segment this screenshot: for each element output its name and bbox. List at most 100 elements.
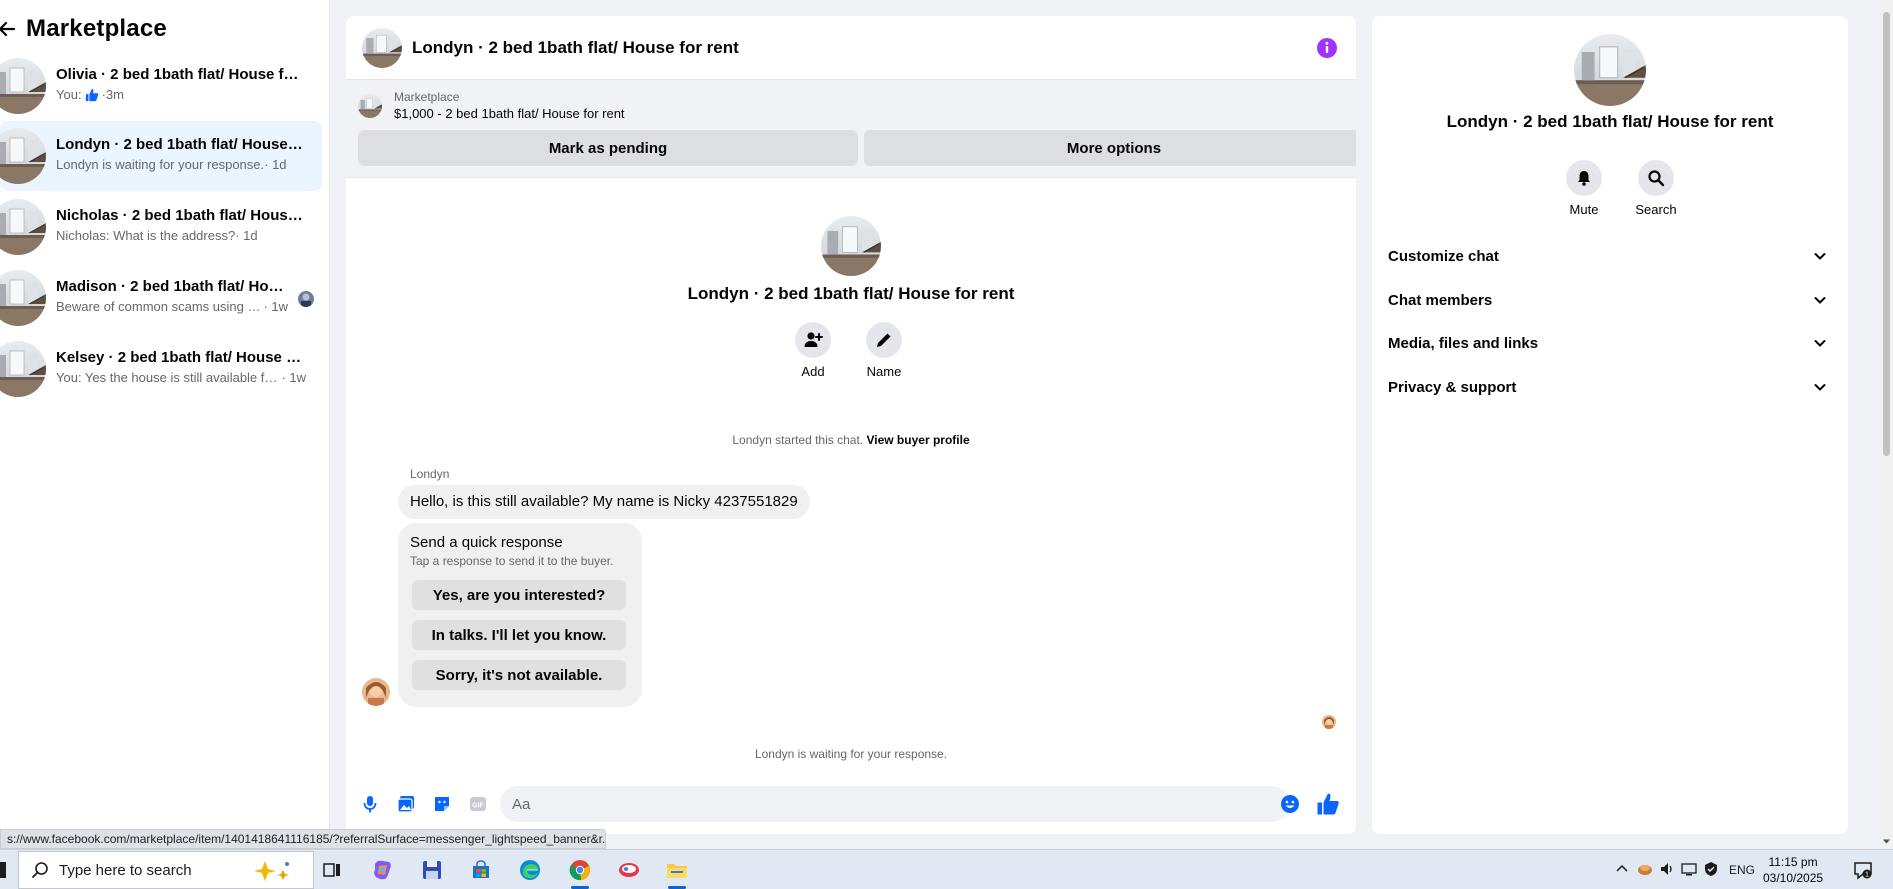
name-chat-action[interactable]: Name: [854, 322, 914, 379]
like-icon: [85, 88, 99, 102]
privacy-support-section[interactable]: Privacy & support: [1384, 367, 1836, 407]
quick-response-title: Send a quick response: [410, 534, 563, 551]
conversation-name: Olivia · 2 bed 1bath flat/ House for ren…: [56, 66, 306, 83]
search-icon[interactable]: [1638, 160, 1674, 196]
message-sender-name: Londyn: [410, 467, 450, 481]
chat-header-avatar[interactable]: [362, 28, 402, 68]
bell-icon[interactable]: [1566, 160, 1602, 196]
chat-started-note: Londyn started this chat. View buyer pro…: [346, 433, 1356, 447]
listing-thumbnail: [0, 199, 46, 255]
chevron-down-icon: [1812, 292, 1828, 308]
gif-icon[interactable]: GIF: [468, 794, 488, 814]
conversation-item-olivia[interactable]: Olivia · 2 bed 1bath flat/ House for ren…: [0, 51, 322, 121]
quick-response-in-talks[interactable]: In talks. I'll let you know.: [412, 620, 626, 650]
seen-avatar: [1322, 715, 1336, 729]
conversation-item-nicholas[interactable]: Nicholas · 2 bed 1bath flat/ House for r…: [0, 192, 322, 262]
security-shield-icon[interactable]: [1703, 861, 1719, 880]
conversation-item-kelsey[interactable]: Kelsey · 2 bed 1bath flat/ House for ren…: [0, 334, 322, 404]
edge-browser-icon[interactable]: [516, 856, 544, 884]
chat-members-section[interactable]: Chat members: [1384, 280, 1836, 320]
chevron-down-icon: [1812, 379, 1828, 395]
listing-thumbnail: [0, 341, 46, 397]
start-button[interactable]: [0, 862, 6, 878]
listing-title[interactable]: $1,000 - 2 bed 1bath flat/ House for ren…: [394, 105, 625, 123]
microsoft-store-icon[interactable]: [467, 856, 495, 884]
mute-label: Mute: [1569, 202, 1599, 217]
copilot-icon[interactable]: [369, 856, 397, 884]
add-label: Add: [801, 364, 825, 379]
section-label: Customize chat: [1388, 247, 1499, 265]
photo-gallery-icon[interactable]: [396, 794, 416, 814]
scrollbar-thumb[interactable]: [1883, 12, 1890, 456]
file-explorer-icon[interactable]: [663, 856, 691, 884]
add-person-icon[interactable]: [795, 322, 831, 358]
network-icon[interactable]: [1681, 861, 1697, 880]
conversation-name: Madison · 2 bed 1bath flat/ House for re…: [56, 278, 288, 295]
scroll-down-arrow-icon[interactable]: [1882, 833, 1891, 844]
conversation-time: · 1d: [264, 157, 287, 172]
section-label: Privacy & support: [1388, 378, 1517, 396]
sticker-icon[interactable]: [432, 794, 452, 814]
customize-chat-section[interactable]: Customize chat: [1384, 236, 1836, 276]
section-label: Media, files and links: [1388, 334, 1539, 352]
name-label: Name: [866, 364, 902, 379]
search-action[interactable]: Search: [1626, 160, 1686, 217]
mute-action[interactable]: Mute: [1554, 160, 1614, 217]
mark-as-pending-button[interactable]: Mark as pending: [358, 130, 858, 166]
sender-avatar[interactable]: [362, 678, 390, 706]
quick-response-yes[interactable]: Yes, are you interested?: [412, 580, 626, 610]
chevron-down-icon: [1812, 248, 1828, 264]
conversation-name: Kelsey · 2 bed 1bath flat/ House for ren…: [56, 349, 306, 366]
conversation-time: · 1d: [235, 228, 258, 243]
listing-thumbnail: [0, 270, 46, 326]
chat-panel: Londyn · 2 bed 1bath flat/ House for ren…: [346, 16, 1356, 834]
more-options-button[interactable]: More options: [864, 130, 1356, 166]
add-member-action[interactable]: Add: [783, 322, 843, 379]
chevron-down-icon: [1812, 335, 1828, 351]
task-view-icon[interactable]: [318, 856, 346, 884]
search-icon: [32, 862, 48, 878]
chevron-up-icon[interactable]: [1615, 862, 1629, 879]
chat-title[interactable]: Londyn · 2 bed 1bath flat/ House for ren…: [412, 38, 739, 58]
page-scrollbar[interactable]: [1880, 0, 1893, 845]
conversation-snippet: Beware of common scams using payment app…: [56, 299, 263, 314]
conversation-sidebar: Marketplace Olivia · 2 bed 1bath flat/ H…: [0, 0, 330, 845]
quick-response-card: Send a quick response Tap a response to …: [398, 523, 642, 707]
volume-icon[interactable]: [1659, 861, 1675, 880]
conversation-item-madison[interactable]: Madison · 2 bed 1bath flat/ House for re…: [0, 263, 322, 333]
pencil-icon[interactable]: [866, 322, 902, 358]
conversation-snippet: You:: [56, 87, 82, 102]
language-indicator[interactable]: ENG: [1729, 863, 1755, 877]
taskbar-clock[interactable]: 11:15 pm 03/10/2025: [1763, 854, 1823, 886]
microphone-icon[interactable]: [360, 794, 380, 814]
info-icon[interactable]: [1316, 37, 1338, 59]
listing-source: Marketplace: [394, 90, 460, 104]
listing-banner: Marketplace $1,000 - 2 bed 1bath flat/ H…: [346, 80, 1356, 178]
sidebar-header: Marketplace: [0, 0, 329, 58]
conversation-item-londyn[interactable]: Londyn · 2 bed 1bath flat/ House for ren…: [0, 121, 322, 191]
taskbar-search-placeholder: Type here to search: [59, 861, 192, 879]
back-arrow-icon[interactable]: [0, 20, 16, 38]
sparkle-icon: [254, 861, 289, 881]
info-avatar: [1574, 34, 1646, 106]
taskbar-search[interactable]: Type here to search: [18, 851, 314, 889]
conversation-time: · 1w: [263, 299, 288, 314]
save-floppy-icon[interactable]: [418, 856, 446, 884]
listing-thumbnail: [0, 58, 46, 114]
media-files-links-section[interactable]: Media, files and links: [1384, 323, 1836, 363]
emoji-icon[interactable]: [1280, 794, 1300, 814]
intro-title: Londyn · 2 bed 1bath flat/ House for ren…: [687, 284, 1015, 303]
sidebar-title: Marketplace: [26, 15, 167, 42]
info-title: Londyn · 2 bed 1bath flat/ House for ren…: [1446, 112, 1774, 131]
quick-response-not-available[interactable]: Sorry, it's not available.: [412, 660, 626, 690]
view-buyer-profile-link[interactable]: View buyer profile: [866, 433, 969, 447]
intro-avatar: [821, 216, 881, 276]
chrome-browser-icon[interactable]: [566, 856, 594, 884]
notification-icon[interactable]: 1: [1849, 856, 1877, 884]
app-tray-icon[interactable]: [1637, 861, 1653, 880]
message-input[interactable]: [500, 786, 1290, 822]
search-label: Search: [1635, 202, 1677, 217]
snipping-tool-icon[interactable]: [615, 856, 643, 884]
waiting-note: Londyn is waiting for your response.: [754, 747, 948, 761]
send-like-icon[interactable]: [1316, 792, 1340, 816]
